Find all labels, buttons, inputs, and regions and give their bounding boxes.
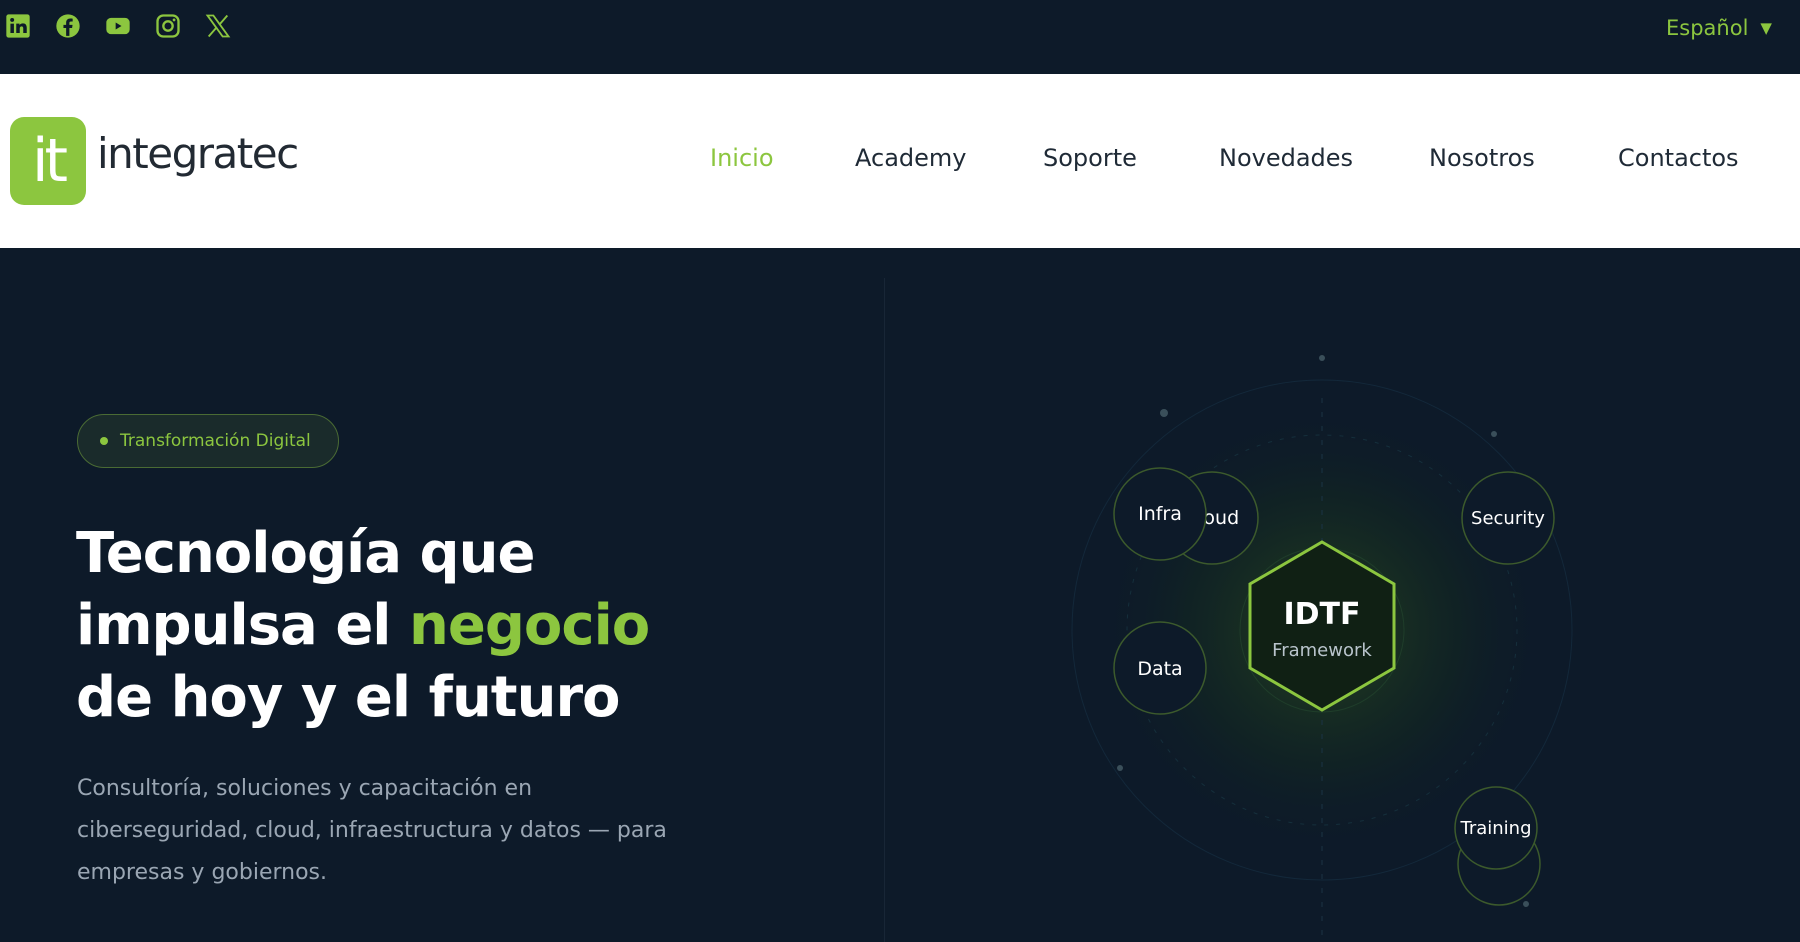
section-divider (884, 278, 885, 942)
social-links (4, 12, 232, 40)
node-training[interactable]: Training (1454, 786, 1541, 906)
node-training-label: Training (1459, 818, 1531, 839)
node-security[interactable]: Security (1461, 471, 1555, 565)
nav-item-novedades[interactable]: Novedades (1219, 144, 1353, 172)
chevron-down-icon: ▼ (1760, 19, 1772, 37)
center-subtitle: Framework (1272, 640, 1372, 661)
headline-line-1: Tecnología que (76, 521, 535, 586)
hero-headline: Tecnología que impulsa el negocio de hoy… (76, 518, 650, 734)
idtf-framework-diagram: IDTF Framework Cloud Infra Security Data… (1071, 355, 1573, 942)
main-nav: Inicio Academy Soporte Novedades Nosotro… (0, 144, 1800, 184)
hero-badge: Transformación Digital (77, 414, 339, 468)
badge-dot-icon (100, 437, 108, 445)
headline-line-3: de hoy y el futuro (76, 665, 621, 730)
node-security-label: Security (1471, 508, 1545, 529)
linkedin-icon[interactable] (4, 12, 32, 40)
facebook-icon[interactable] (54, 12, 82, 40)
node-data-label: Data (1137, 658, 1182, 680)
nav-item-inicio[interactable]: Inicio (710, 144, 774, 172)
language-selector[interactable]: Español ▼ (1666, 16, 1772, 40)
nav-item-soporte[interactable]: Soporte (1043, 144, 1137, 172)
node-infra[interactable]: Infra (1113, 467, 1207, 561)
youtube-icon[interactable] (104, 12, 132, 40)
x-icon[interactable] (204, 12, 232, 40)
decor-dot (1117, 765, 1123, 771)
nav-item-nosotros[interactable]: Nosotros (1429, 144, 1535, 172)
node-data[interactable]: Data (1113, 621, 1207, 715)
headline-line-2-prefix: impulsa el (76, 593, 409, 658)
language-label: Español (1666, 16, 1749, 40)
hero-lead: Consultoría, soluciones y capacitación e… (77, 776, 667, 885)
decor-dot (1491, 431, 1497, 437)
nav-item-academy[interactable]: Academy (855, 144, 966, 172)
decor-dot (1319, 355, 1325, 361)
headline-accent: negocio (408, 593, 650, 658)
instagram-icon[interactable] (154, 12, 182, 40)
center-title: IDTF (1283, 597, 1360, 632)
decor-dot (1160, 409, 1168, 417)
nav-item-contactos[interactable]: Contactos (1618, 144, 1739, 172)
node-infra-label: Infra (1138, 503, 1182, 525)
site-header: it integratec Inicio Academy Soporte Nov… (0, 74, 1800, 248)
decor-dot (1523, 901, 1529, 907)
top-bar: Español ▼ (0, 0, 1800, 74)
badge-label: Transformación Digital (120, 431, 311, 451)
hero-section: Transformación Digital Tecnología que im… (0, 248, 1800, 942)
